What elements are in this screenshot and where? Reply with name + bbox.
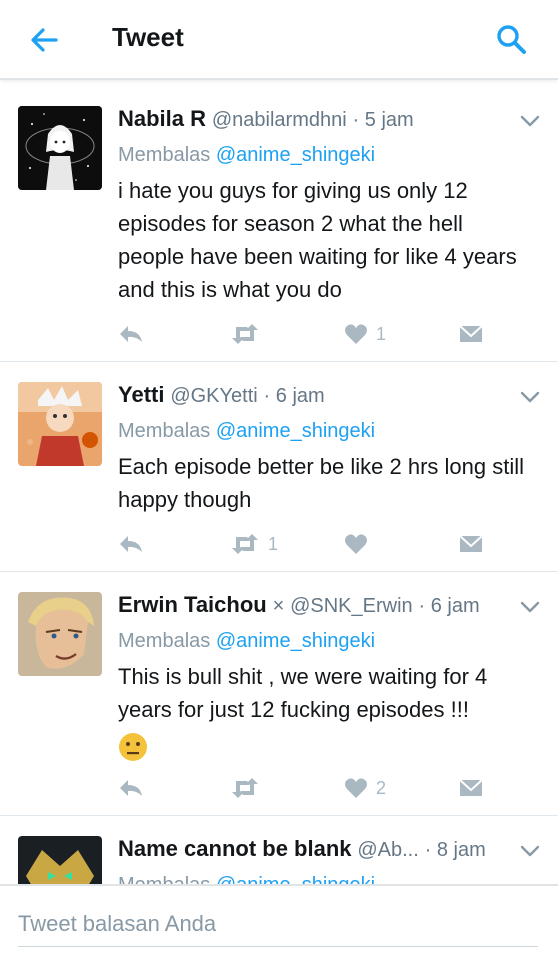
tweet-actions: 2 — [118, 774, 490, 802]
tweet-item[interactable]: Name cannot be blank @Ab... · 8 jam Memb… — [0, 816, 558, 884]
retweet-icon — [230, 323, 260, 345]
tweet-actions: 1 — [118, 320, 490, 348]
like-button[interactable] — [344, 530, 376, 558]
reply-context: Membalas @anime_shingeki — [118, 144, 375, 167]
reply-context: Membalas @anime_shingeki — [118, 630, 375, 653]
neutral-face-emoji — [118, 732, 148, 762]
tweet-header: Name cannot be blank @Ab... · 8 jam — [118, 836, 518, 862]
direct-message-icon[interactable] — [458, 320, 484, 348]
reply-prefix: Membalas — [118, 144, 216, 166]
tweet-text: Each episode better be like 2 hrs long s… — [118, 454, 525, 512]
reply-prefix: Membalas — [118, 874, 216, 884]
retweet-icon — [230, 533, 260, 555]
tweet-item[interactable]: Erwin Taichou × @SNK_Erwin · 6 jam Memba… — [0, 572, 558, 816]
avatar[interactable] — [18, 382, 102, 466]
reply-context: Membalas @anime_shingeki — [118, 874, 375, 884]
retweet-button[interactable] — [230, 774, 268, 802]
reply-prefix: Membalas — [118, 420, 216, 442]
back-arrow-icon[interactable] — [26, 22, 62, 58]
display-name[interactable]: Erwin Taichou — [118, 592, 267, 617]
reply-icon[interactable] — [118, 530, 144, 558]
input-underline — [18, 946, 538, 947]
chevron-down-icon[interactable] — [520, 390, 540, 404]
direct-message-icon[interactable] — [458, 530, 484, 558]
reply-icon[interactable] — [118, 774, 144, 802]
user-handle[interactable]: @nabilarmdhni — [212, 109, 347, 131]
top-bar: Tweet — [0, 0, 558, 80]
reply-prefix: Membalas — [118, 630, 216, 652]
retweet-button[interactable]: 1 — [230, 530, 278, 558]
tweet-header: Yetti @GKYetti · 6 jam — [118, 382, 518, 408]
timestamp: · 8 jam — [424, 839, 486, 861]
retweet-button[interactable] — [230, 320, 268, 348]
reply-mention-link[interactable]: @anime_shingeki — [216, 144, 375, 166]
tweet-text: This is bull shit , we were waiting for … — [118, 664, 488, 722]
tweet-header: Erwin Taichou × @SNK_Erwin · 6 jam — [118, 592, 518, 618]
timestamp: · 6 jam — [263, 385, 325, 407]
user-handle[interactable]: @Ab... — [357, 839, 418, 861]
like-count: 2 — [376, 777, 387, 798]
like-icon — [344, 777, 368, 799]
tweet-item[interactable]: Yetti @GKYetti · 6 jam Membalas @anime_s… — [0, 362, 558, 572]
reply-mention-link[interactable]: @anime_shingeki — [216, 420, 375, 442]
page-title: Tweet — [112, 22, 184, 52]
like-count: 1 — [376, 323, 387, 344]
like-icon — [344, 533, 368, 555]
reply-mention-link[interactable]: @anime_shingeki — [216, 630, 375, 652]
reply-icon[interactable] — [118, 320, 144, 348]
tweet-header: Nabila R @nabilarmdhni · 5 jam — [118, 106, 518, 132]
retweet-count: 1 — [268, 533, 279, 554]
chevron-down-icon[interactable] — [520, 844, 540, 858]
like-button[interactable]: 1 — [344, 320, 386, 348]
timestamp: · 5 jam — [352, 109, 414, 131]
name-mark: × — [272, 595, 285, 617]
retweet-icon — [230, 777, 260, 799]
tweet-text: i hate you guys for giving us only 12 ep… — [118, 178, 517, 302]
tweet-actions: 1 — [118, 530, 490, 558]
avatar[interactable] — [18, 106, 102, 190]
chevron-down-icon[interactable] — [520, 114, 540, 128]
display-name[interactable]: Nabila R — [118, 106, 206, 131]
display-name[interactable]: Name cannot be blank — [118, 836, 352, 861]
user-handle[interactable]: @GKYetti — [170, 385, 257, 407]
reply-input[interactable] — [18, 906, 538, 942]
search-icon[interactable] — [494, 22, 528, 56]
user-handle[interactable]: @SNK_Erwin — [290, 595, 413, 617]
chevron-down-icon[interactable] — [520, 600, 540, 614]
reply-feed[interactable]: Nabila R @nabilarmdhni · 5 jam Membalas … — [0, 86, 558, 884]
timestamp: · 6 jam — [418, 595, 480, 617]
avatar[interactable] — [18, 592, 102, 676]
like-icon — [344, 323, 368, 345]
like-button[interactable]: 2 — [344, 774, 386, 802]
reply-mention-link[interactable]: @anime_shingeki — [216, 874, 375, 884]
avatar[interactable] — [18, 836, 102, 884]
tweet-item[interactable]: Nabila R @nabilarmdhni · 5 jam Membalas … — [0, 86, 558, 362]
reply-context: Membalas @anime_shingeki — [118, 420, 375, 443]
display-name[interactable]: Yetti — [118, 382, 164, 407]
direct-message-icon[interactable] — [458, 774, 484, 802]
reply-compose-bar — [0, 884, 558, 960]
